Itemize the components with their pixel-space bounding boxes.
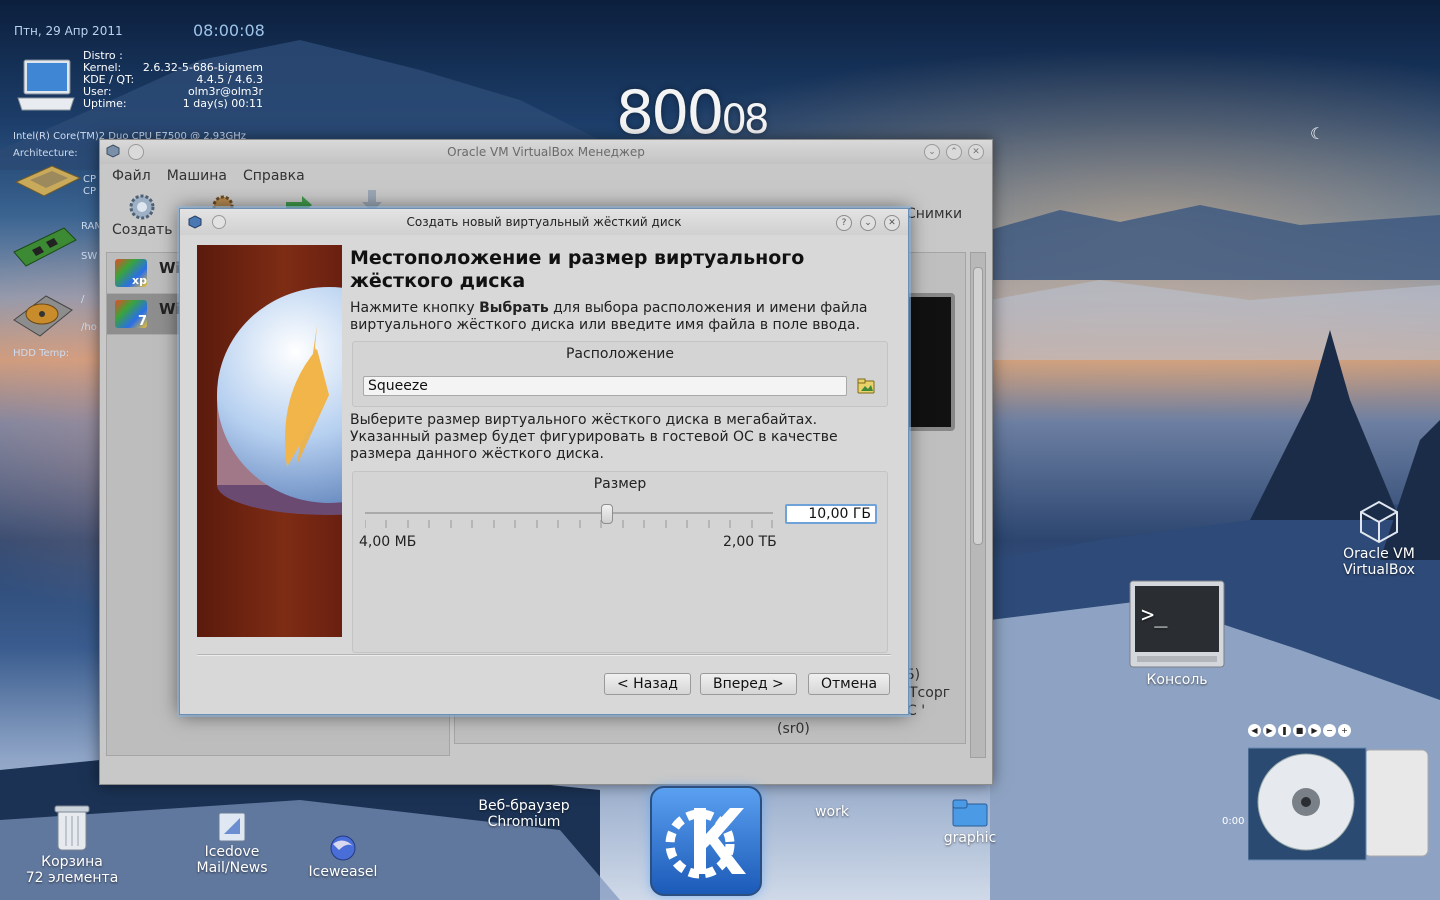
pause-icon[interactable]: ❚ xyxy=(1278,724,1291,737)
media-player-widget: ◀ ▶ ❚ ■ ▶ − + 0:00 xyxy=(1222,722,1434,862)
location-description: Нажмите кнопку Выбрать для выбора распол… xyxy=(350,300,868,333)
detail-text: (sr0) xyxy=(777,721,810,737)
size-input[interactable] xyxy=(785,504,877,524)
minimize-button[interactable]: ⌄ xyxy=(860,215,876,231)
desktop-icon-iceweasel[interactable]: Iceweasel xyxy=(302,834,384,880)
terminal-icon: >_ xyxy=(1129,580,1225,668)
scrollbar-thumb[interactable] xyxy=(973,267,983,545)
desktop-date: Птн, 29 Апр 2011 xyxy=(14,24,123,38)
windows-7-icon: 7 xyxy=(115,300,147,329)
details-scrollbar[interactable] xyxy=(970,252,986,758)
play-icon[interactable]: ▶ xyxy=(1263,724,1276,737)
mail-icon xyxy=(218,812,246,842)
cpu-chip-icon xyxy=(14,165,82,197)
disk-pie-icon xyxy=(217,287,342,515)
cpu-cores: CP CP xyxy=(83,174,97,197)
location-input[interactable] xyxy=(363,376,847,396)
virtualbox-cube-icon xyxy=(1360,500,1398,544)
globe-icon xyxy=(330,835,356,861)
maximize-button[interactable]: ⌃ xyxy=(946,144,962,160)
moon-icon: ☾ xyxy=(1310,124,1325,143)
menu-help[interactable]: Справка xyxy=(243,168,305,184)
pin-icon[interactable] xyxy=(128,144,144,160)
hdd-temp-label: HDD Temp: xyxy=(13,348,70,359)
create-vm-button[interactable]: Создать xyxy=(112,192,172,238)
volume-down-icon[interactable]: − xyxy=(1323,724,1336,737)
wizard-disk-image xyxy=(197,245,342,637)
kde-menu-button[interactable] xyxy=(650,786,762,896)
desktop-clock: 08:00:08 xyxy=(193,21,265,40)
size-slider-track[interactable] xyxy=(365,512,773,514)
vbox-titlebar[interactable]: Oracle VM VirtualBox Менеджер ⌄ ⌃ ✕ xyxy=(100,140,992,164)
previous-icon[interactable]: ◀ xyxy=(1248,724,1261,737)
close-button[interactable]: ✕ xyxy=(884,215,900,231)
svg-text:>_: >_ xyxy=(1141,603,1168,628)
dialog-separator xyxy=(197,654,891,656)
volume-up-icon[interactable]: + xyxy=(1338,724,1351,737)
stop-icon[interactable]: ■ xyxy=(1293,724,1306,737)
desktop-icon-icedove[interactable]: Icedove Mail/News xyxy=(186,812,278,876)
size-min-label: 4,00 МБ xyxy=(359,534,417,550)
desktop-icon-trash[interactable]: Корзина 72 элемента xyxy=(20,802,124,886)
size-slider-handle[interactable] xyxy=(600,504,613,524)
gear-icon xyxy=(129,194,155,220)
vbox-menubar: Файл Машина Справка xyxy=(100,164,992,188)
size-slider-ticks xyxy=(365,520,773,528)
dialog-titlebar[interactable]: Создать новый виртуальный жёсткий диск ?… xyxy=(180,209,908,235)
dialog-title: Создать новый виртуальный жёсткий диск xyxy=(406,215,682,229)
close-button[interactable]: ✕ xyxy=(968,144,984,160)
desktop-icon-chromium[interactable]: Веб-браузер Chromium xyxy=(470,798,578,830)
menu-machine[interactable]: Машина xyxy=(167,168,227,184)
ram-module-icon xyxy=(13,227,77,267)
desktop-icon-work[interactable]: work xyxy=(804,804,860,820)
folder-browse-icon[interactable] xyxy=(857,378,875,394)
cd-cover-icon xyxy=(1248,747,1429,861)
menu-file[interactable]: Файл xyxy=(112,168,151,184)
create-disk-dialog: Создать новый виртуальный жёсткий диск ?… xyxy=(179,208,909,715)
location-group: Расположение xyxy=(352,341,888,407)
detail-text: Тсорг xyxy=(909,685,951,701)
page-heading: Местоположение и размер виртуального жёс… xyxy=(350,247,805,292)
snapshots-tab[interactable]: Снимки xyxy=(906,206,962,222)
size-group-title: Размер xyxy=(593,476,647,492)
size-max-label: 2,00 ТБ xyxy=(723,534,777,550)
laptop-icon xyxy=(17,59,75,111)
disk-labels: //ho xyxy=(81,294,97,333)
desktop-icon-graphic[interactable]: graphic xyxy=(934,798,1006,846)
folder-icon xyxy=(952,799,988,827)
back-button[interactable]: < Назад xyxy=(604,673,691,695)
desktop-icon-virtualbox[interactable]: Oracle VM VirtualBox xyxy=(1336,500,1422,578)
pin-icon[interactable] xyxy=(212,215,226,229)
next-button[interactable]: Вперед > xyxy=(700,673,797,695)
detail-text: С ' xyxy=(907,703,926,719)
cancel-button[interactable]: Отмена xyxy=(808,673,891,695)
next-icon[interactable]: ▶ xyxy=(1308,724,1321,737)
size-group: Размер 4,00 МБ 2,00 ТБ xyxy=(352,471,888,653)
size-description: Выберите размер виртуального жёсткого ди… xyxy=(350,412,838,462)
kde-logo-icon xyxy=(665,808,746,879)
vbox-app-icon[interactable] xyxy=(188,215,202,229)
location-group-title: Расположение xyxy=(565,346,675,362)
sys-row-uptime: Uptime: 1 day(s) 00:11 xyxy=(83,97,263,110)
trash-icon xyxy=(54,805,90,851)
help-button[interactable]: ? xyxy=(836,215,852,231)
big-clock-widget: 80008 xyxy=(616,78,769,148)
minimize-button[interactable]: ⌄ xyxy=(924,144,940,160)
vbox-window-title: Oracle VM VirtualBox Менеджер xyxy=(447,145,645,159)
player-controls: ◀ ▶ ❚ ■ ▶ − + xyxy=(1248,724,1351,737)
windows-xp-icon: xp xyxy=(115,259,147,287)
vbox-app-icon[interactable] xyxy=(106,144,120,158)
player-time: 0:00 xyxy=(1222,816,1245,827)
hard-disk-icon xyxy=(13,295,73,337)
desktop-icon-console[interactable]: >_ Консоль xyxy=(1128,580,1226,688)
